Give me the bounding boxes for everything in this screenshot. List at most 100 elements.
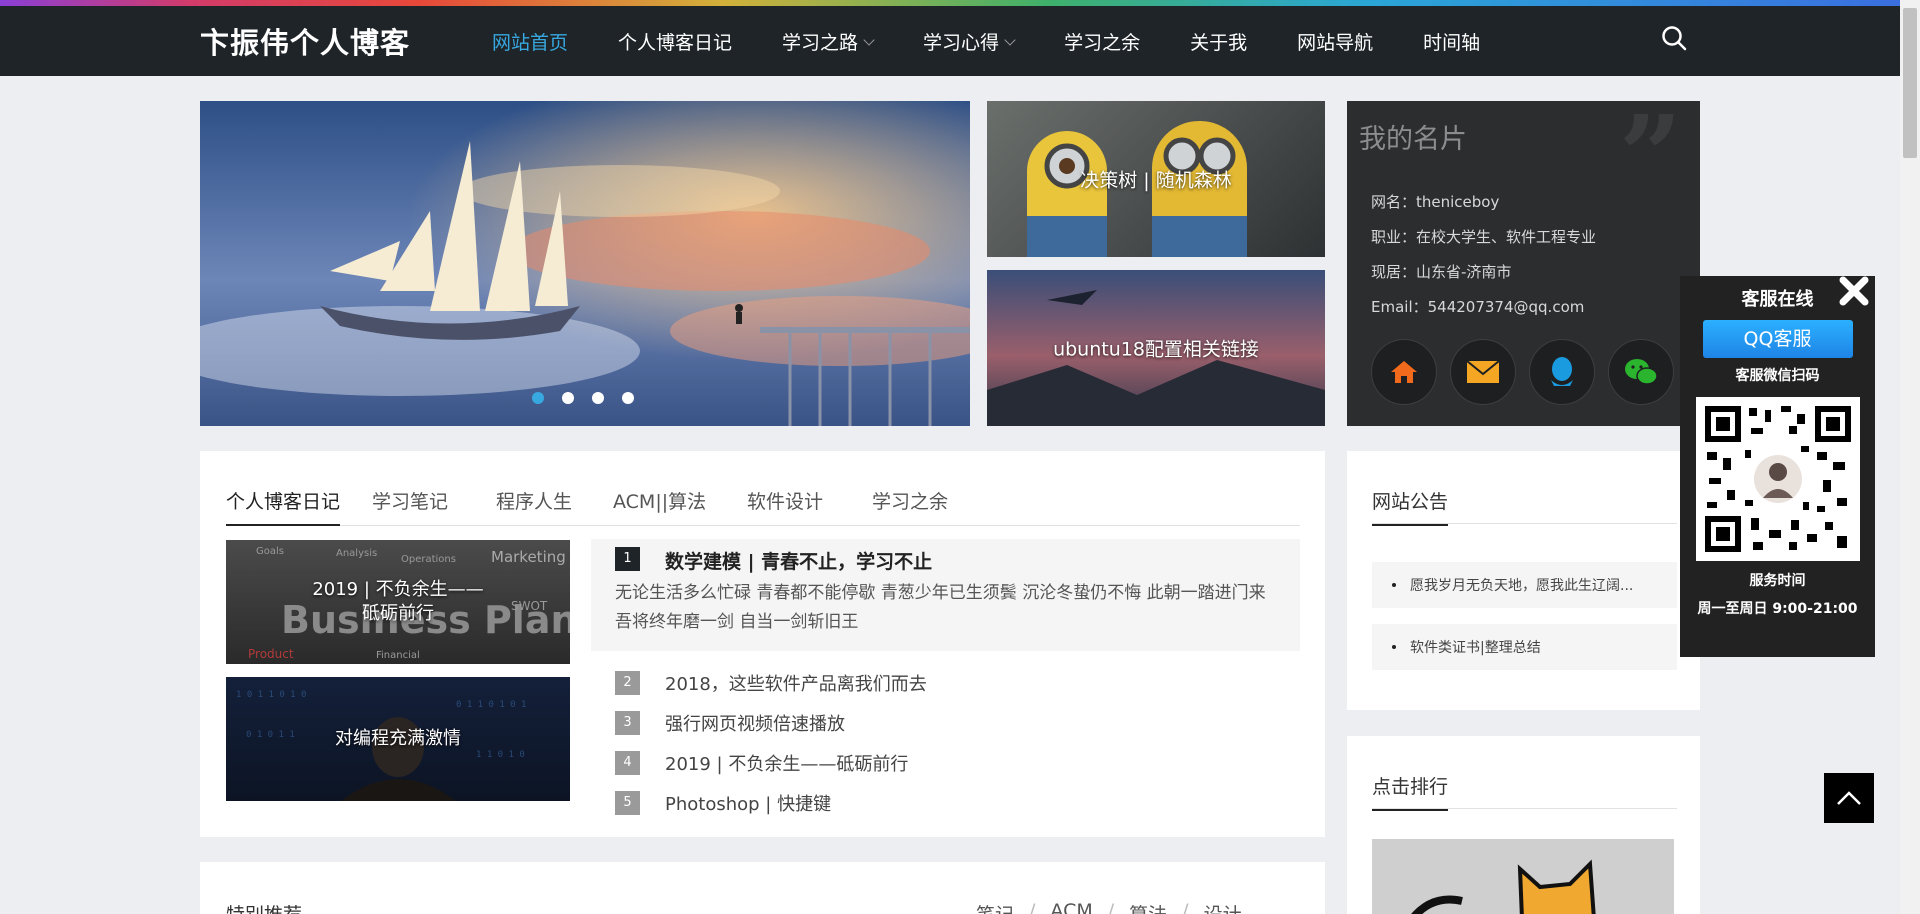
mini-post-2[interactable]: 1 0 1 1 0 1 00 1 1 0 1 0 1 0 1 0 1 11 1 …: [226, 677, 570, 801]
mini-post-title: 对编程充满激情: [335, 728, 461, 749]
chevron-down-icon: [1004, 33, 1016, 46]
qq-icon[interactable]: [1529, 339, 1595, 405]
cat-image: [1411, 859, 1596, 914]
rank-post-image[interactable]: [1372, 839, 1674, 914]
notice-panel: 网站公告 愿我岁月无负天地，愿我此生辽阔... 软件类证书|整理总结: [1347, 451, 1700, 710]
slider-dot[interactable]: [592, 392, 604, 404]
post-list-item[interactable]: 4 2019 | 不负余生——砥砺前行: [615, 750, 908, 776]
article-panel: 个人博客日记 学习笔记 程序人生 ACM||算法 软件设计 学习之余 Busin…: [200, 451, 1325, 837]
profile-card: ” 我的名片 网名：theniceboy 职业：在校大学生、软件工程专业 现居：…: [1347, 101, 1700, 426]
post-title: 强行网页视频倍速播放: [665, 714, 845, 735]
search-icon[interactable]: [1660, 24, 1688, 52]
nav-label: 学习之余: [1064, 32, 1141, 54]
card-email: Email：544207374@qq.com: [1371, 298, 1585, 316]
close-icon[interactable]: [1837, 274, 1871, 308]
main-nav: 网站首页 个人博客日记 学习之路 学习心得 学习之余 关于我 网站导航 时间轴: [492, 28, 1530, 55]
mail-icon[interactable]: [1450, 339, 1516, 405]
recommend-link-acm[interactable]: ACM: [1050, 900, 1092, 914]
top-post[interactable]: 1 数学建模 | 青春不止，学习不止 无论生活多么忙碌 青春都不能停歇 青葱少年…: [591, 539, 1300, 651]
card-title: 我的名片: [1359, 124, 1467, 155]
tab-software-design[interactable]: 软件设计: [747, 487, 823, 524]
service-time: 周一至周日 9:00-21:00: [1697, 601, 1858, 617]
card-job: 职业：在校大学生、软件工程专业: [1371, 228, 1597, 246]
svg-text:Marketing: Marketing: [491, 548, 566, 566]
notice-item[interactable]: 软件类证书|整理总结: [1372, 624, 1677, 670]
category-tabs: 个人博客日记 学习笔记 程序人生 ACM||算法 软件设计 学习之余: [226, 487, 1300, 526]
site-logo[interactable]: 卞振伟个人博客: [200, 20, 410, 62]
service-time-label: 服务时间: [1749, 573, 1806, 589]
link-separator: /: [1107, 900, 1115, 914]
post-rank-number: 5: [615, 791, 640, 815]
post-title: Photoshop | 快捷键: [665, 794, 832, 815]
notice-item[interactable]: 愿我岁月无负天地，愿我此生辽阔...: [1372, 562, 1677, 608]
nav-item-study-notes[interactable]: 学习心得: [923, 28, 1016, 55]
tab-leisure[interactable]: 学习之余: [872, 487, 948, 524]
slider-dot[interactable]: [562, 392, 574, 404]
recommend-link-notes[interactable]: 笔记: [976, 900, 1014, 914]
social-icons: [1371, 339, 1687, 405]
mini-post-1[interactable]: Business Plan Marketing Goals Analysis O…: [226, 540, 570, 664]
svg-text:0 1 1 0 1 0 1: 0 1 1 0 1 0 1: [456, 700, 526, 710]
nav-item-about[interactable]: 关于我: [1190, 28, 1247, 55]
top-post-title[interactable]: 数学建模 | 青春不止，学习不止: [665, 547, 932, 574]
nav-label: 个人博客日记: [618, 32, 733, 54]
svg-text:Analysis: Analysis: [336, 548, 377, 559]
mini-post-title: 2019 | 不负余生——砥砺前行: [312, 579, 484, 624]
banner-slider[interactable]: [200, 101, 970, 426]
recommend-link-design[interactable]: 设计: [1204, 900, 1242, 914]
slider-dots: [532, 392, 652, 404]
card-info: 网名：theniceboy 职业：在校大学生、软件工程专业 现居：山东省-济南市…: [1371, 185, 1596, 325]
post-list-item[interactable]: 5 Photoshop | 快捷键: [615, 790, 831, 816]
qr-code-image: [1704, 406, 1851, 552]
post-title: 2019 | 不负余生——砥砺前行: [665, 754, 909, 775]
svg-text:Product: Product: [248, 647, 294, 661]
featured-post-2[interactable]: ubuntu18配置相关链接: [987, 270, 1325, 426]
recommend-links: 笔记 / ACM / 算法 / 设计: [976, 900, 1242, 914]
customer-service-widget: 客服在线 QQ客服 客服微信扫码 服务时间 周一至周日 9:00-21:00: [1680, 276, 1875, 657]
rank-title: 点击排行: [1372, 772, 1449, 811]
nav-label: 网站导航: [1297, 32, 1374, 54]
featured-title: 决策树 | 随机森林: [1080, 169, 1232, 192]
page-scrollbar[interactable]: [1900, 0, 1920, 914]
tab-notes[interactable]: 学习笔记: [372, 487, 448, 524]
card-nickname: 网名：theniceboy: [1371, 193, 1500, 211]
slider-dot[interactable]: [622, 392, 634, 404]
nav-label: 网站首页: [492, 32, 569, 54]
home-icon[interactable]: [1371, 339, 1437, 405]
featured-title: ubuntu18配置相关链接: [1053, 338, 1259, 361]
svg-text:1 1 0 1 0: 1 1 0 1 0: [476, 750, 525, 760]
post-list-item[interactable]: 3 强行网页视频倍速播放: [615, 710, 845, 736]
recommend-title: 特别推荐: [226, 900, 302, 914]
nav-item-study-road[interactable]: 学习之路: [782, 28, 875, 55]
tab-diary[interactable]: 个人博客日记: [226, 487, 341, 526]
tab-programmer-life[interactable]: 程序人生: [496, 487, 572, 524]
scrollbar-thumb[interactable]: [1903, 8, 1917, 158]
wechat-icon[interactable]: [1608, 339, 1674, 405]
nav-item-leisure[interactable]: 学习之余: [1064, 28, 1140, 55]
tab-acm[interactable]: ACM||算法: [613, 487, 706, 524]
nav-label: 学习之路: [782, 32, 859, 54]
header: 卞振伟个人博客 网站首页 个人博客日记 学习之路 学习心得 学习之余 关于我 网…: [0, 6, 1900, 76]
svg-text:Financial: Financial: [376, 650, 420, 661]
quote-mark: ”: [1618, 101, 1682, 220]
svg-text:Goals: Goals: [256, 546, 284, 557]
nav-item-timeline[interactable]: 时间轴: [1423, 28, 1480, 55]
chevron-up-icon: [1837, 791, 1861, 805]
rank-header: 点击排行: [1372, 772, 1677, 811]
featured-post-1[interactable]: 决策树 | 随机森林: [987, 101, 1325, 257]
recommend-link-algorithm[interactable]: 算法: [1129, 900, 1167, 914]
banner-image: [200, 101, 970, 426]
svg-text:Operations: Operations: [401, 554, 456, 565]
nav-item-site-nav[interactable]: 网站导航: [1297, 28, 1373, 55]
nav-label: 学习心得: [923, 32, 1000, 54]
qq-service-button[interactable]: QQ客服: [1702, 320, 1853, 358]
slider-dot[interactable]: [532, 392, 544, 404]
post-list-item[interactable]: 2 2018，这些软件产品离我们而去: [615, 670, 927, 696]
nav-item-diary[interactable]: 个人博客日记: [618, 28, 732, 55]
wechat-scan-label: 客服微信扫码: [1735, 368, 1820, 384]
nav-item-home[interactable]: 网站首页: [492, 28, 568, 55]
wechat-qr-code: [1695, 397, 1860, 561]
notice-title: 网站公告: [1372, 487, 1449, 526]
back-to-top-button[interactable]: [1824, 773, 1874, 823]
nav-label: 时间轴: [1423, 32, 1481, 54]
